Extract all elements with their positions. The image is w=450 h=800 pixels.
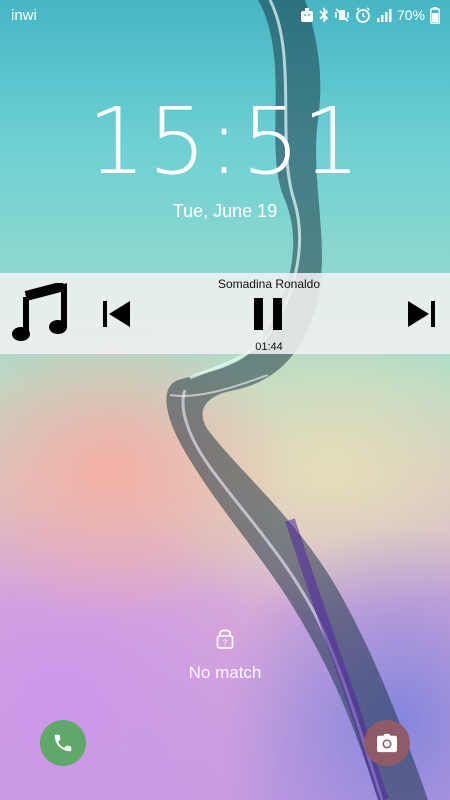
music-note-icon bbox=[10, 282, 72, 346]
elapsed-time: 01:44 bbox=[255, 341, 283, 353]
fingerprint-status: No match bbox=[188, 663, 262, 682]
camera-shortcut-button[interactable] bbox=[364, 720, 410, 766]
previous-track-button[interactable] bbox=[96, 297, 136, 331]
phone-icon bbox=[54, 734, 72, 752]
next-track-button[interactable] bbox=[402, 297, 442, 331]
camera-icon bbox=[377, 733, 397, 753]
signal-icon bbox=[376, 7, 392, 23]
pause-icon bbox=[254, 298, 282, 330]
status-bar: inwi 70% bbox=[0, 0, 450, 30]
track-title: Somadina Ronaldo bbox=[217, 277, 321, 291]
android-debug-icon bbox=[300, 7, 314, 23]
svg-text:?: ? bbox=[223, 639, 228, 648]
battery-percent: 70% bbox=[396, 7, 425, 23]
unlock-hint: ? No match bbox=[0, 627, 450, 683]
media-controls: Somadina Ronaldo 01:44 bbox=[0, 273, 450, 354]
lock-date: Tue, June 19 bbox=[172, 201, 278, 221]
skip-next-icon bbox=[408, 301, 435, 327]
bluetooth-icon bbox=[319, 7, 329, 23]
phone-shortcut-button[interactable] bbox=[40, 720, 86, 766]
lock-clock: 15:51 bbox=[87, 88, 363, 195]
battery-icon bbox=[430, 6, 440, 24]
status-icons: 70% bbox=[300, 6, 440, 24]
lock-icon: ? bbox=[216, 627, 234, 654]
mute-vibrate-icon bbox=[334, 7, 350, 23]
skip-previous-icon bbox=[103, 301, 130, 327]
carrier-name: inwi bbox=[11, 7, 37, 24]
alarm-icon bbox=[355, 7, 371, 23]
pause-button[interactable] bbox=[248, 295, 288, 333]
